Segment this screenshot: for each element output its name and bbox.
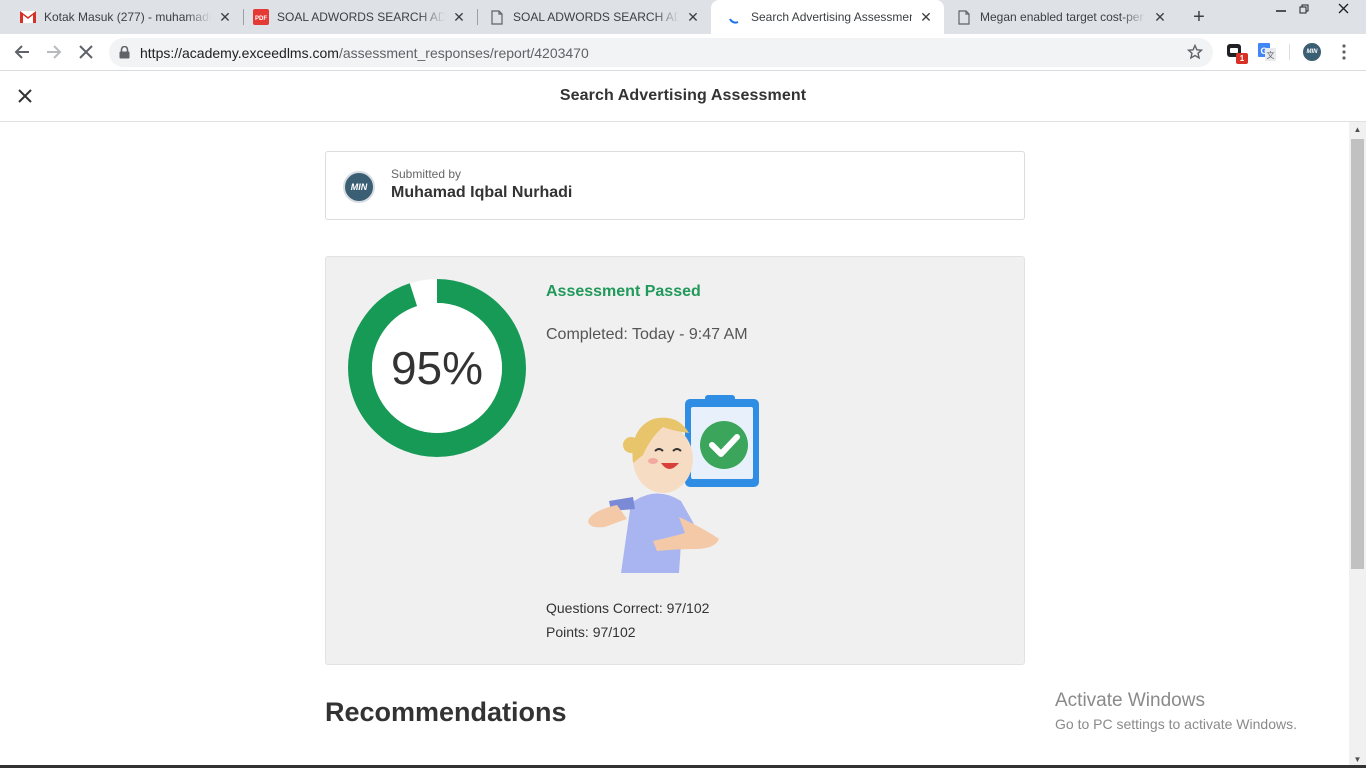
tab-gmail[interactable]: Kotak Masuk (277) - muhamadiq ✕: [0, 0, 243, 34]
tab-close-icon[interactable]: ✕: [217, 9, 233, 25]
celebration-illustration: [588, 395, 759, 573]
completed-time: Completed: Today - 9:47 AM: [546, 326, 748, 343]
scroll-up-arrow-icon[interactable]: ▲: [1349, 122, 1366, 138]
close-icon: [1338, 3, 1348, 14]
page-header: Search Advertising Assessment: [0, 71, 1366, 122]
lock-icon: [119, 46, 130, 59]
toolbar-divider: [1289, 44, 1290, 60]
recommendations-heading: Recommendations: [325, 697, 567, 727]
extension-button[interactable]: 1: [1226, 42, 1248, 64]
document-icon: [489, 9, 505, 25]
back-button[interactable]: [10, 40, 34, 64]
result-card: 95% Assessment Passed Completed: Today -…: [325, 256, 1025, 665]
svg-text:文: 文: [1267, 50, 1275, 60]
loading-icon: [727, 9, 743, 25]
pdf-icon: PDF: [253, 9, 269, 25]
extension-badge: 1: [1236, 53, 1248, 64]
new-tab-button[interactable]: +: [1187, 6, 1211, 28]
tab-pdf[interactable]: PDF SOAL ADWORDS SEARCH ADVA ✕: [243, 0, 477, 34]
translate-extension-button[interactable]: G文: [1257, 42, 1277, 62]
browser-toolbar: https://academy.exceedlms.com/assessment…: [0, 34, 1366, 71]
tab-close-icon[interactable]: ✕: [1152, 9, 1168, 25]
back-arrow-icon: [14, 45, 29, 59]
profile-button[interactable]: MIN: [1302, 42, 1322, 62]
tab-close-icon[interactable]: ✕: [918, 9, 934, 25]
scroll-thumb[interactable]: [1351, 139, 1364, 569]
page-title: Search Advertising Assessment: [559, 87, 807, 104]
tab-title: Search Advertising Assessment: [751, 10, 912, 24]
document-icon: [956, 9, 972, 25]
submitted-by-card: MIN Submitted by Muhamad Iqbal Nurhadi: [325, 151, 1025, 220]
questions-correct: Questions Correct: 97/102: [546, 600, 710, 616]
close-window-button[interactable]: [1320, 0, 1366, 22]
forward-arrow-icon: [47, 45, 62, 59]
submitted-by-label: Submitted by: [391, 167, 462, 181]
activate-windows-watermark: Activate Windows Go to PC settings to ac…: [1055, 690, 1297, 732]
gmail-icon: [20, 9, 36, 25]
restore-button[interactable]: [1287, 0, 1321, 22]
address-bar[interactable]: https://academy.exceedlms.com/assessment…: [109, 38, 1213, 67]
bookmark-star-icon[interactable]: [1187, 44, 1203, 60]
tab-close-icon[interactable]: ✕: [685, 9, 701, 25]
score-percent: 95%: [390, 342, 484, 394]
submitter-name: Muhamad Iqbal Nurhadi: [391, 184, 573, 201]
profile-avatar: MIN: [1303, 43, 1321, 61]
tab-title: Kotak Masuk (277) - muhamadiq: [44, 10, 211, 24]
avatar: MIN: [343, 171, 375, 203]
activate-windows-subtitle: Go to PC settings to activate Windows.: [1055, 716, 1297, 732]
tab-title: SOAL ADWORDS SEARCH ADVA: [277, 10, 445, 24]
svg-text:PDF: PDF: [255, 16, 267, 22]
tab-title: Megan enabled target cost-per: [980, 10, 1144, 24]
stop-icon: [79, 45, 93, 59]
points: Points: 97/102: [546, 624, 636, 640]
minimize-icon: [1276, 10, 1286, 12]
tab-title: SOAL ADWORDS SEARCH ADVA: [513, 10, 679, 24]
url-path: /assessment_responses/report/4203470: [338, 44, 589, 61]
tab-strip: Kotak Masuk (277) - muhamadiq ✕ PDF SOAL…: [0, 0, 1366, 34]
forward-button[interactable]: [42, 40, 66, 64]
page-scrollbar[interactable]: ▲ ▼: [1349, 122, 1366, 768]
activate-windows-title: Activate Windows: [1055, 690, 1205, 711]
tab-document-2[interactable]: Megan enabled target cost-per ✕: [944, 0, 1178, 34]
restore-icon: [1299, 4, 1309, 14]
tab-document[interactable]: SOAL ADWORDS SEARCH ADVA ✕: [477, 0, 711, 34]
url-host: https://academy.exceedlms.com: [140, 44, 339, 61]
tab-active[interactable]: Search Advertising Assessment ✕: [711, 0, 944, 34]
more-vert-icon: [1342, 44, 1346, 60]
google-translate-icon: G文: [1258, 43, 1276, 61]
assessment-status: Assessment Passed: [546, 283, 701, 300]
tab-close-icon[interactable]: ✕: [451, 9, 467, 25]
stop-loading-button[interactable]: [74, 40, 98, 64]
browser-menu-button[interactable]: [1334, 42, 1354, 62]
